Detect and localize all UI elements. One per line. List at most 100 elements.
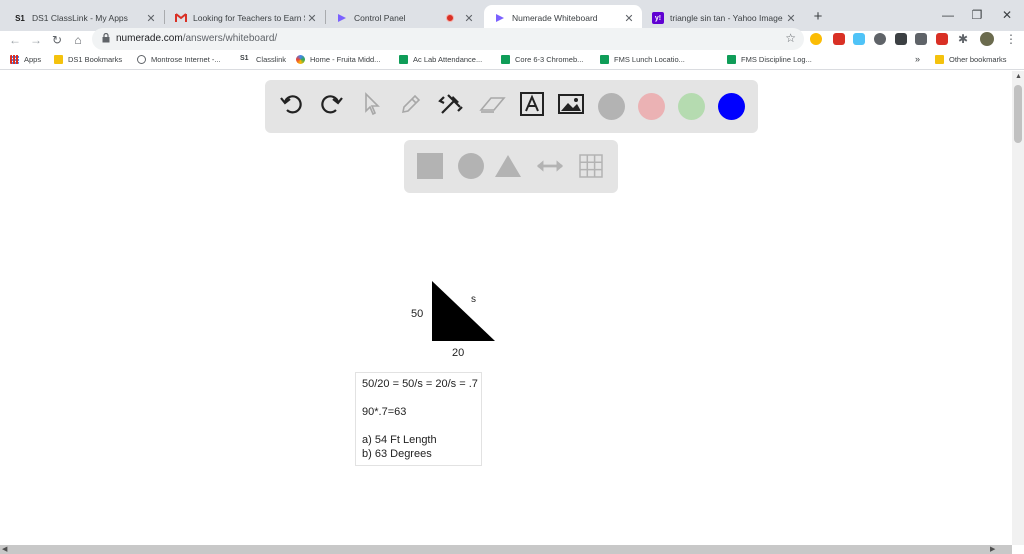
bookmark-label: DS1 Bookmarks [68, 55, 123, 64]
sheets-icon [501, 55, 510, 64]
tab-title: Looking for Teachers to Earn $$$ [193, 13, 305, 23]
back-button[interactable]: ← [6, 31, 24, 50]
color-swatch-pink[interactable] [638, 93, 665, 120]
menu-kebab-icon[interactable]: ⋮ [1005, 33, 1017, 45]
bookmark-star-icon[interactable]: ☆ [785, 31, 796, 45]
bookmark-fruita[interactable]: Home - Fruita Midd... [296, 55, 380, 64]
grid-icon[interactable] [577, 152, 605, 180]
classlink-icon: S1 [15, 13, 25, 23]
bookmark-label: Core 6-3 Chromeb... [515, 55, 584, 64]
pen-icon[interactable] [397, 90, 425, 118]
text-tool-icon[interactable] [518, 90, 546, 118]
tab-title: triangle sin tan - Yahoo Image Se [670, 13, 784, 23]
extension-icon[interactable] [833, 33, 845, 45]
bookmark-fms-discipline[interactable]: FMS Discipline Log... [727, 55, 812, 64]
color-swatch-green[interactable] [678, 93, 705, 120]
yahoo-icon: y! [652, 12, 664, 24]
close-tab-icon[interactable]: ✕ [305, 12, 319, 25]
extensions-puzzle-icon[interactable]: ✱ [958, 33, 970, 45]
extension-icon[interactable] [895, 33, 907, 45]
close-tab-icon[interactable]: ✕ [784, 12, 798, 25]
tab-title: Control Panel [354, 13, 406, 23]
redo-icon[interactable] [317, 90, 345, 118]
bookmark-label: FMS Lunch Locatio... [614, 55, 685, 64]
close-tab-icon[interactable]: ✕ [622, 12, 636, 25]
extension-icon[interactable] [810, 33, 822, 45]
eraser-icon[interactable] [478, 90, 506, 118]
extension-icon[interactable] [936, 33, 948, 45]
reload-button[interactable]: ↻ [48, 31, 66, 50]
triangle-side-label: 50 [411, 308, 424, 320]
tools-icon[interactable] [437, 90, 465, 118]
bookmarks-bar: Apps DS1 Bookmarks Montrose Internet -..… [0, 52, 1024, 70]
pointer-icon[interactable] [357, 90, 385, 118]
recording-icon [446, 14, 454, 22]
globe-icon [137, 55, 146, 64]
sheets-icon [727, 55, 736, 64]
bookmark-classlink[interactable]: S1 Classlink [240, 55, 286, 64]
bookmark-apps[interactable]: Apps [10, 55, 41, 64]
tab-title: Numerade Whiteboard [512, 13, 598, 23]
lock-icon [102, 33, 110, 43]
apps-grid-icon [10, 55, 19, 64]
color-swatch-gray[interactable] [598, 93, 625, 120]
profile-avatar[interactable] [980, 32, 994, 46]
vertical-scrollbar[interactable]: ▲ [1012, 71, 1024, 545]
close-tab-icon[interactable]: ✕ [462, 12, 476, 25]
image-tool-icon[interactable] [557, 90, 585, 118]
note-line: b) 63 Degrees [362, 448, 432, 460]
bookmark-label: Montrose Internet -... [151, 55, 221, 64]
color-swatch-blue[interactable] [718, 93, 745, 120]
undo-icon[interactable] [278, 90, 306, 118]
folder-icon [54, 55, 63, 64]
numerade-icon [336, 12, 348, 24]
url-text: numerade.com/answers/whiteboard/ [116, 33, 277, 44]
extension-icon[interactable] [915, 33, 927, 45]
bookmark-fms-lunch[interactable]: FMS Lunch Locatio... [600, 55, 685, 64]
bookmark-label: Ac Lab Attendance... [413, 55, 483, 64]
bookmark-label: Home - Fruita Midd... [310, 55, 381, 64]
vertical-scroll-thumb[interactable] [1014, 85, 1022, 143]
horizontal-scrollbar[interactable]: ◀ ▶ [0, 545, 1012, 554]
text-note-box[interactable]: 50/20 = 50/s = 20/s = .7 90*.7=63 a) 54 … [355, 372, 482, 466]
scroll-right-icon[interactable]: ▶ [990, 545, 995, 553]
gmail-icon [175, 12, 187, 24]
url-host: numerade.com [116, 33, 183, 44]
scroll-left-icon[interactable]: ◀ [2, 545, 7, 553]
square-icon[interactable] [416, 152, 444, 180]
triangle-base-label: 20 [452, 347, 465, 359]
shape-toolbar [404, 140, 618, 193]
new-tab-button[interactable]: + [808, 7, 828, 27]
maximize-button[interactable]: ❐ [962, 4, 992, 26]
extension-icon[interactable] [853, 33, 865, 45]
bookmark-other[interactable]: Other bookmarks [935, 55, 1007, 64]
arrow-icon[interactable] [536, 152, 564, 180]
bookmark-core[interactable]: Core 6-3 Chromeb... [501, 55, 583, 64]
numerade-icon [494, 12, 506, 24]
forward-button[interactable]: → [27, 31, 45, 50]
bookmark-ac-lab[interactable]: Ac Lab Attendance... [399, 55, 482, 64]
bookmark-label: Other bookmarks [949, 55, 1007, 64]
minimize-button[interactable]: — [933, 4, 963, 26]
site-icon [296, 55, 305, 64]
address-bar[interactable]: numerade.com/answers/whiteboard/ ☆ [92, 28, 804, 50]
bookmark-ds1[interactable]: DS1 Bookmarks [54, 55, 122, 64]
home-button[interactable]: ⌂ [69, 31, 87, 50]
classlink-icon: S1 [240, 55, 249, 62]
triangle-icon[interactable] [494, 152, 522, 180]
tab-strip: S1 DS1 ClassLink - My Apps ✕ Looking for… [0, 0, 1024, 31]
sheets-icon [399, 55, 408, 64]
bookmarks-overflow-button[interactable]: » [915, 54, 920, 64]
sheets-icon [600, 55, 609, 64]
extension-icon[interactable] [874, 33, 886, 45]
bookmark-montrose[interactable]: Montrose Internet -... [137, 55, 221, 64]
scroll-up-icon[interactable]: ▲ [1015, 73, 1022, 80]
circle-icon[interactable] [457, 152, 485, 180]
triangle-hypotenuse-label: s [471, 294, 476, 305]
close-tab-icon[interactable]: ✕ [144, 12, 158, 25]
tab-title: DS1 ClassLink - My Apps [32, 13, 128, 23]
note-line: 50/20 = 50/s = 20/s = .7 [362, 378, 478, 390]
close-window-button[interactable]: ✕ [992, 4, 1022, 26]
bookmark-label: FMS Discipline Log... [741, 55, 812, 64]
url-path: /answers/whiteboard/ [182, 33, 278, 44]
